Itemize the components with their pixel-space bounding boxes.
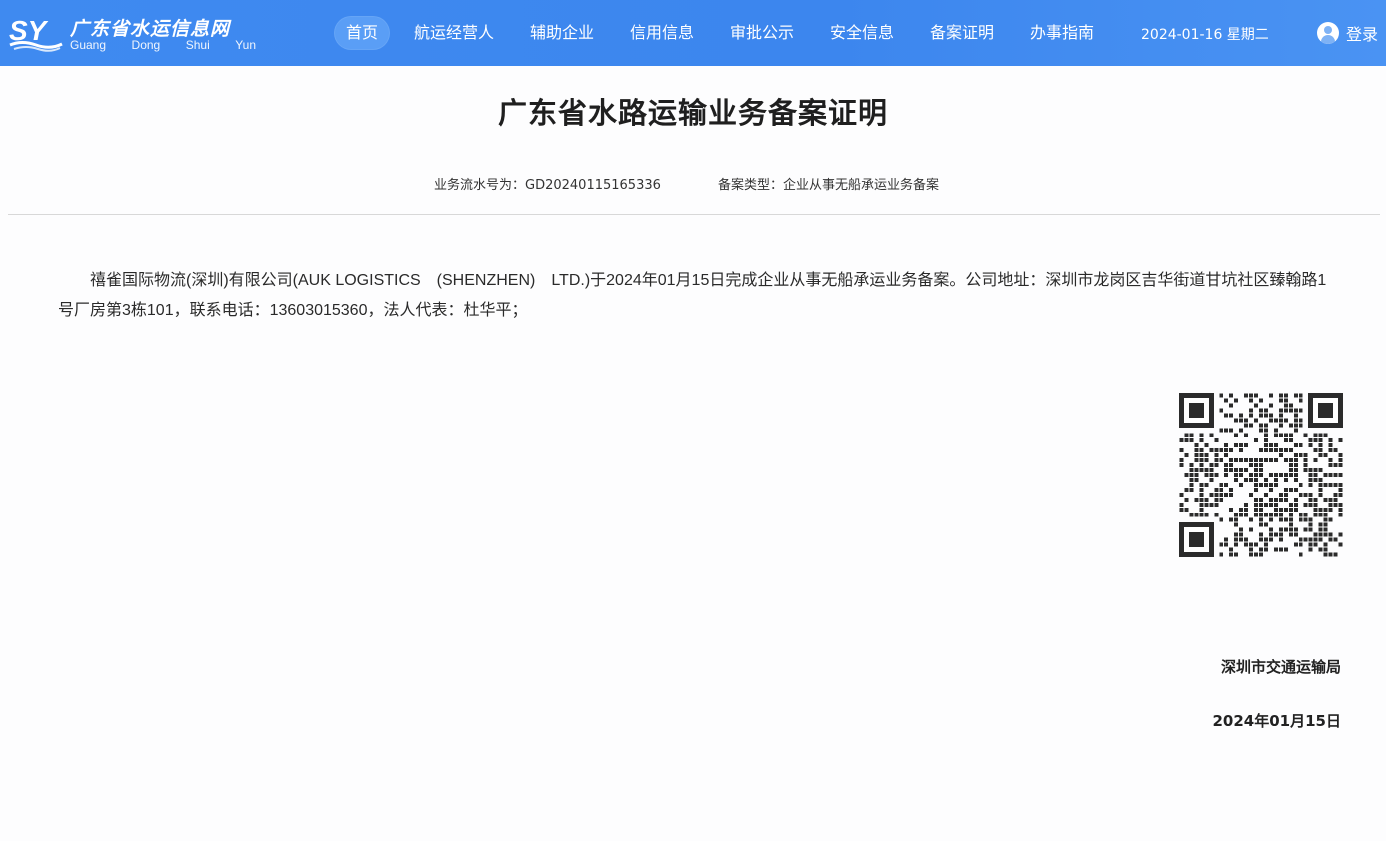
user-icon xyxy=(1317,22,1339,44)
nav-item-auxiliary-companies[interactable]: 辅助企业 xyxy=(530,16,594,50)
qr-code-icon xyxy=(1179,393,1343,557)
top-navigation-bar: SY 广东省水运信息网 Guang Dong Shui Yun 首页 航运经营人… xyxy=(0,0,1386,66)
nav-item-home[interactable]: 首页 xyxy=(334,16,391,50)
login-button[interactable]: 登录 xyxy=(1317,20,1378,46)
nav-item-service-guide[interactable]: 办事指南 xyxy=(1030,16,1094,50)
nav-item-approval-notice[interactable]: 审批公示 xyxy=(730,16,794,50)
logo-subtitle-word: Guang xyxy=(70,38,107,52)
issue-date: 2024年01月15日 xyxy=(1212,712,1342,730)
certificate-body: 禧雀国际物流(深圳)有限公司(AUK LOGISTICS (SHENZHEN) … xyxy=(58,272,1327,319)
record-type: 备案类型：企业从事无船承运业务备案 xyxy=(718,178,940,193)
logo-subtitle-word: Yun xyxy=(235,38,256,52)
logo-subtitle: Guang Dong Shui Yun xyxy=(70,38,256,52)
serial-number: 业务流水号为：GD20240115165336 xyxy=(434,178,661,193)
nav-item-shipping-operators[interactable]: 航运经营人 xyxy=(414,16,494,50)
logo-subtitle-word: Dong xyxy=(131,38,161,52)
logo-title: 广东省水运信息网 xyxy=(70,18,231,40)
header-date: 2024-01-16 星期二 xyxy=(1141,27,1269,43)
nav-item-safety-info[interactable]: 安全信息 xyxy=(830,16,894,50)
nav-item-credit-info[interactable]: 信用信息 xyxy=(630,16,694,50)
nav-item-filing-certificate[interactable]: 备案证明 xyxy=(930,16,994,50)
logo-mark-text: SY xyxy=(9,15,49,46)
sy-logo-icon: SY xyxy=(9,15,63,52)
login-label: 登录 xyxy=(1346,25,1379,44)
logo-subtitle-word: Shui xyxy=(185,38,210,52)
document-title: 广东省水路运输业务备案证明 xyxy=(497,96,888,130)
divider xyxy=(8,214,1380,215)
issuing-authority: 深圳市交通运输局 xyxy=(1220,658,1341,676)
site-logo[interactable]: SY 广东省水运信息网 Guang Dong Shui Yun xyxy=(8,12,258,56)
